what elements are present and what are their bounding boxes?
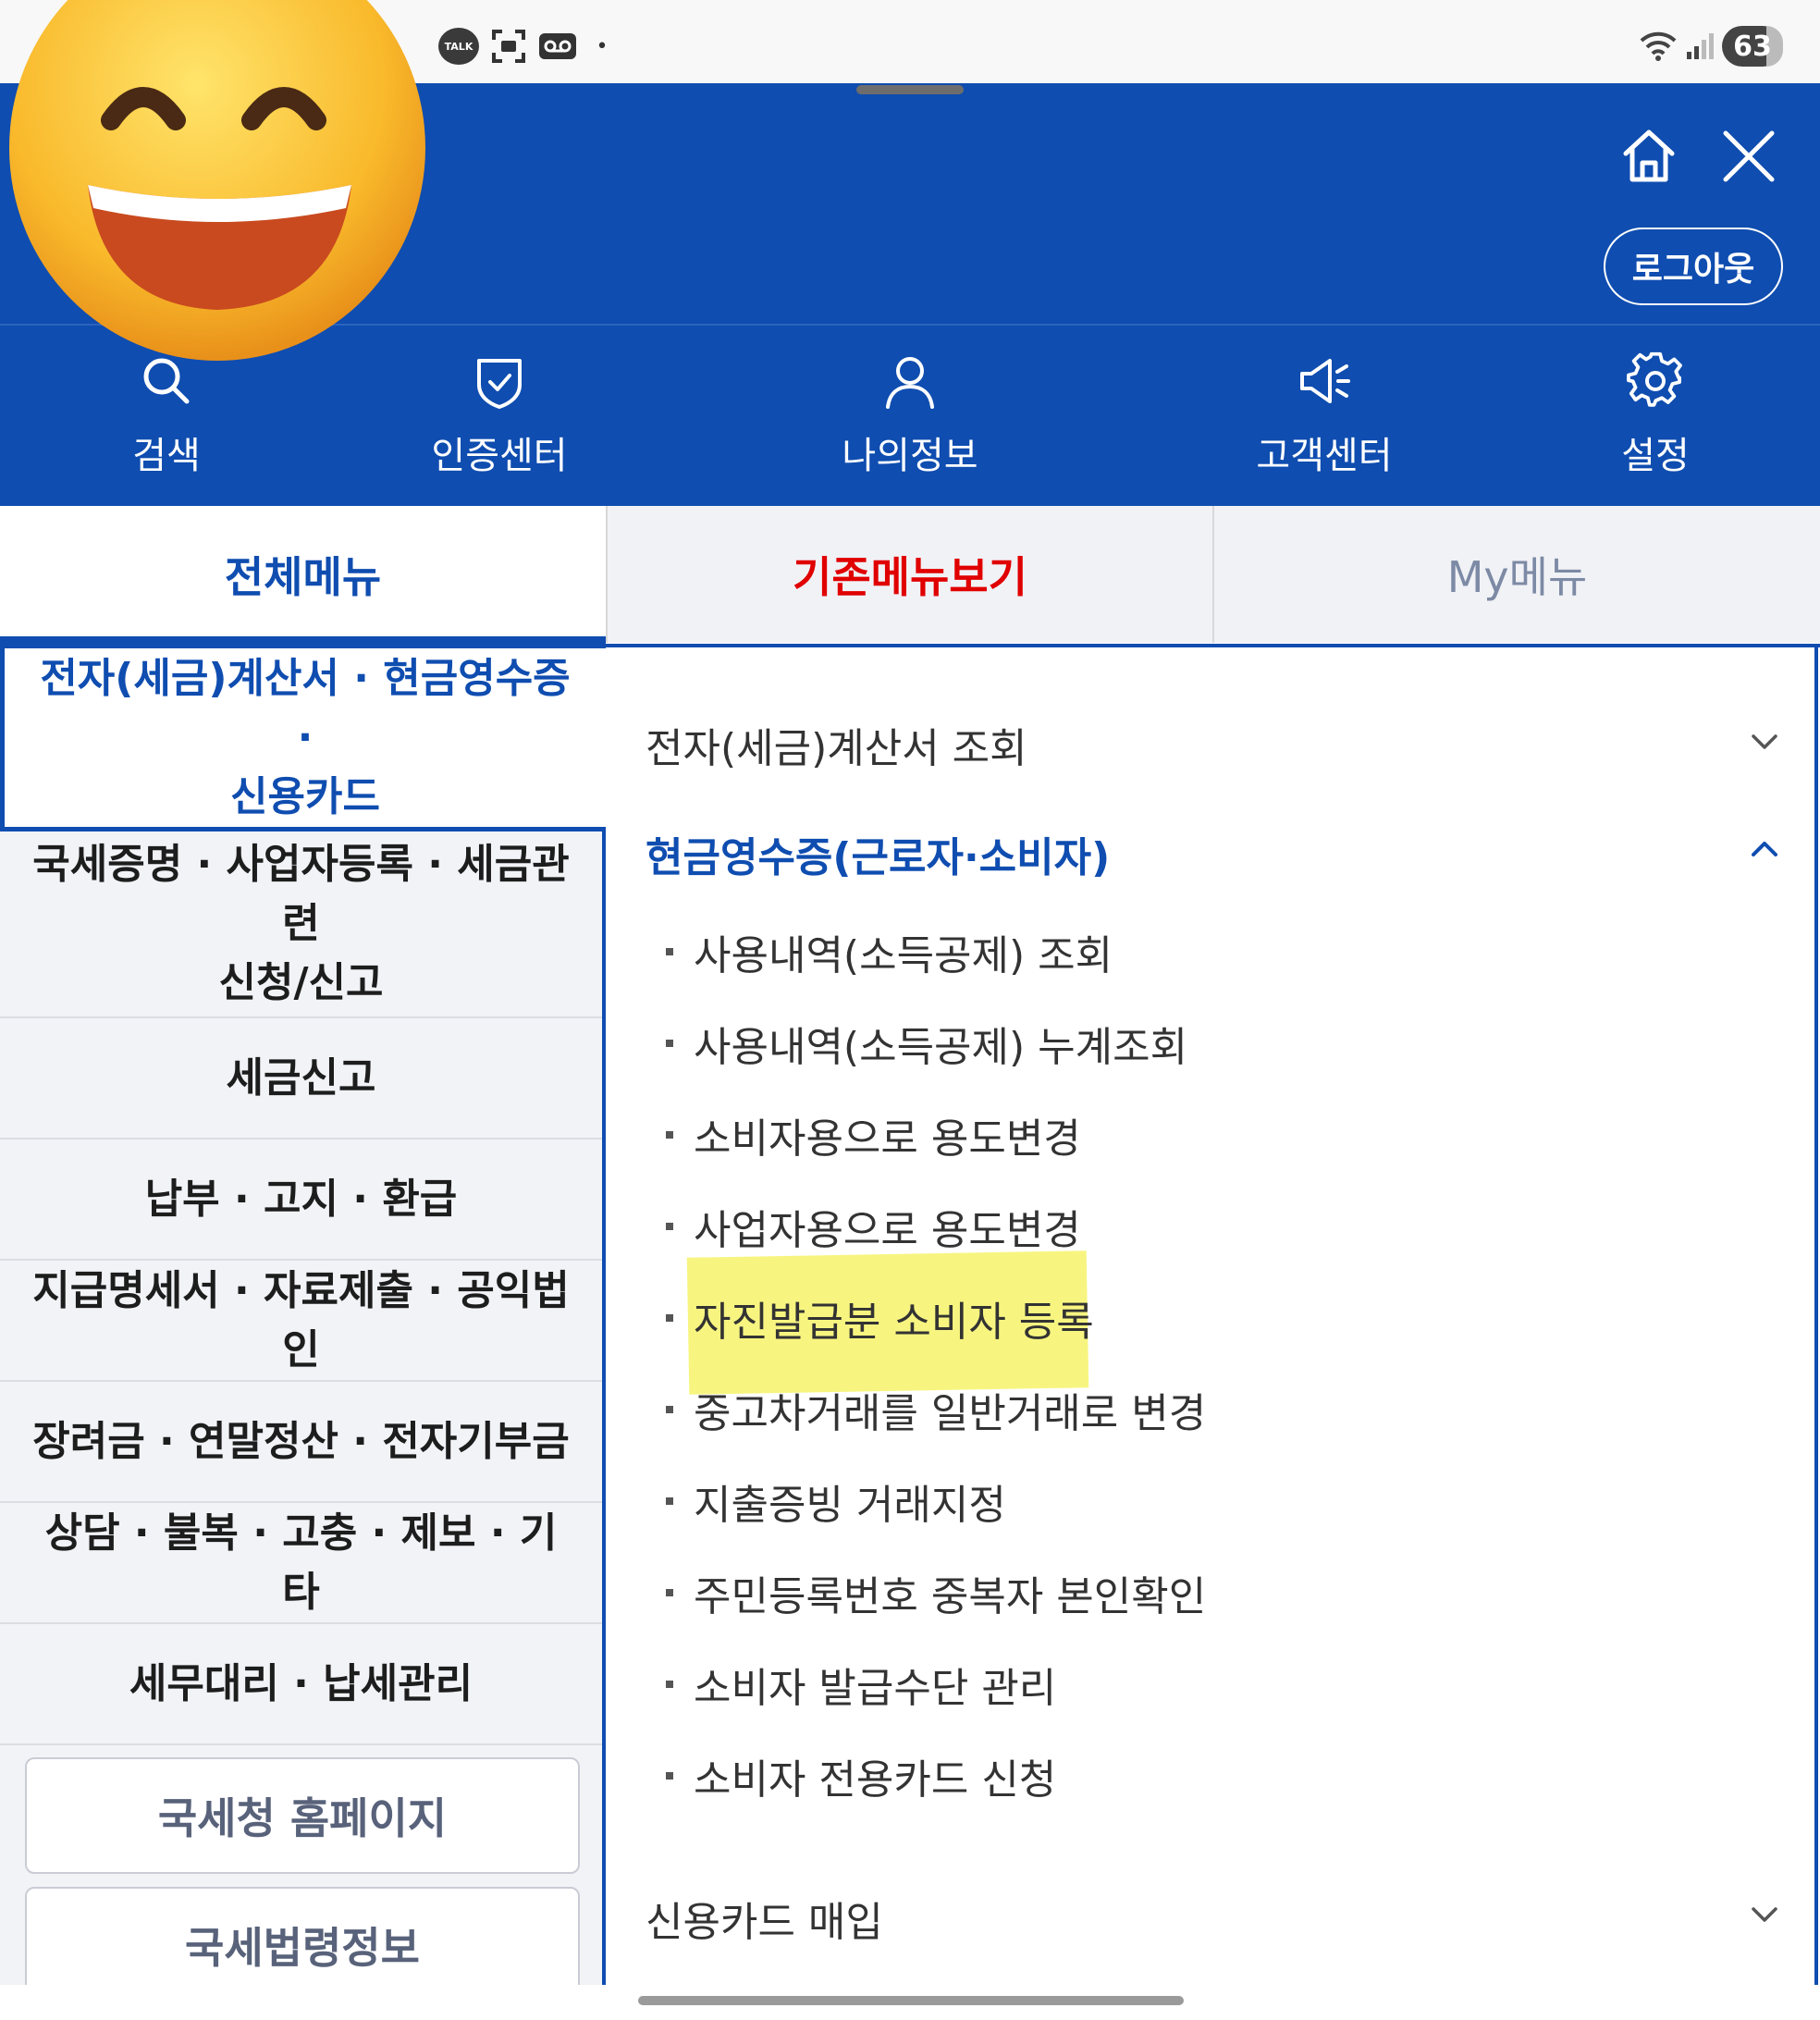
submenu-item[interactable]: 지출증빙 거래지정 [666,1473,1006,1529]
user-icon [886,357,934,409]
section-cash-receipt[interactable]: 현금영수증(근로자·소비자) [646,824,1110,883]
bullet-icon [666,1406,673,1413]
chevron-down-icon[interactable] [1748,1898,1781,1931]
bullet-icon [666,1681,673,1688]
category-consultation-appeal[interactable]: 상담 · 불복 · 고충 · 제보 · 기타 [0,1503,602,1624]
nts-homepage-link[interactable]: 국세청 홈페이지 [25,1757,580,1874]
bullet-icon [666,1040,673,1047]
grinning-emoji-sticker [9,0,425,361]
tab-all-menu[interactable]: 전체메뉴 [0,506,606,643]
submenu-panel-border [606,644,1820,647]
submenu-item[interactable]: 사업자용으로 용도변경 [666,1199,1081,1254]
gear-icon [1627,351,1682,407]
kakaotalk-icon: TALK [438,28,479,65]
quicknav-label: 인증센터 [431,435,568,477]
submenu-item[interactable]: 중고차거래를 일반거래로 변경 [666,1382,1206,1437]
category-label: 세무대리 · 납세관리 [129,1659,473,1707]
more-notifications-icon: • [596,34,609,58]
drag-handle[interactable] [856,85,964,94]
category-label-line1: 전자(세금)계산서 · 현금영수증 · [40,654,571,761]
category-payment-refund[interactable]: 납부 · 고지 · 환급 [0,1139,602,1261]
category-incentives-year-end[interactable]: 장려금 · 연말정산 · 전자기부금 [0,1382,602,1503]
category-tax-filing[interactable]: 세금신고 [0,1018,602,1139]
home-icon[interactable] [1617,124,1681,189]
chevron-down-icon[interactable] [1748,725,1781,758]
category-label: 지급명세서 · 자료제출 · 공익법인 [32,1266,570,1373]
category-label: 상담 · 불복 · 고충 · 제보 · 기타 [44,1509,558,1616]
submenu-item[interactable]: 소비자 전용카드 신청 [666,1748,1056,1804]
quicknav-label: 검색 [132,435,201,477]
tab-legacy-menu[interactable]: 기존메뉴보기 [606,506,1212,643]
submenu-item[interactable]: 사용내역(소득공제) 조회 [666,924,1113,979]
submenu-item[interactable]: 주민등록번호 중복자 본인확인 [666,1565,1206,1620]
quicknav-auth-center[interactable]: 인증센터 [379,351,620,490]
bullet-icon [666,1589,673,1596]
category-label-line1: 국세증명 · 사업자등록 · 세금관련 [32,841,570,947]
megaphone-icon [1300,359,1350,403]
category-label: 장려금 · 연말정산 · 전자기부금 [32,1417,570,1465]
shield-check-icon [477,359,522,409]
quicknav-search[interactable]: 검색 [46,351,287,490]
category-label: 납부 · 고지 · 환급 [144,1175,458,1223]
bullet-icon [666,1314,673,1322]
close-icon[interactable] [1716,124,1781,189]
bullet-icon [666,1223,673,1230]
battery-indicator: 63 [1722,26,1783,67]
bullet-icon [666,1131,673,1139]
category-label: 세금신고 [226,1053,376,1102]
tab-my-menu[interactable]: My메뉴 [1212,506,1820,643]
quicknav-settings[interactable]: 설정 [1535,351,1776,490]
quicknav-label: 설정 [1621,435,1690,477]
submenu-item[interactable]: 소비자용으로 용도변경 [666,1107,1081,1163]
quicknav-my-info[interactable]: 나의정보 [790,351,1030,490]
logout-button[interactable]: 로그아웃 [1604,228,1783,305]
gesture-handle[interactable] [638,1996,1184,2005]
tab-active-indicator [0,636,606,644]
submenu-item[interactable]: 소비자 발급수단 관리 [666,1657,1056,1712]
section-etax-invoice-lookup[interactable]: 전자(세금)계산서 조회 [646,715,1027,774]
quicknav-customer-center[interactable]: 고객센터 [1204,351,1445,490]
voicemail-icon [536,28,579,65]
category-payment-statements[interactable]: 지급명세서 · 자료제출 · 공익법인 [0,1261,602,1382]
bullet-icon [666,1497,673,1505]
wifi-icon [1637,28,1679,65]
category-certificate-registration[interactable]: 국세증명 · 사업자등록 · 세금관련신청/신고 [0,831,602,1018]
bullet-icon [666,1772,673,1780]
submenu-item[interactable]: 사용내역(소득공제) 누계조회 [666,1016,1187,1071]
quicknav-label: 고객센터 [1256,435,1393,477]
signal-icon [1683,28,1716,65]
category-tax-agent-management[interactable]: 세무대리 · 납세관리 [0,1624,602,1745]
submenu-panel-border-right [1814,644,1818,1985]
bullet-icon [666,948,673,955]
chevron-up-icon[interactable] [1748,832,1781,866]
quicknav-label: 나의정보 [842,435,978,477]
section-credit-card-purchase[interactable]: 신용카드 매입 [646,1889,883,1948]
category-label-line2: 신청/신고 [218,959,384,1006]
submenu-item-highlighted[interactable]: 자진발급분 소비자 등록 [666,1290,1094,1346]
screenshot-icon [488,28,529,65]
category-etax-cash-receipt-card[interactable]: 전자(세금)계산서 · 현금영수증 · 신용카드 [0,644,606,831]
category-label-line2: 신용카드 [230,772,380,820]
